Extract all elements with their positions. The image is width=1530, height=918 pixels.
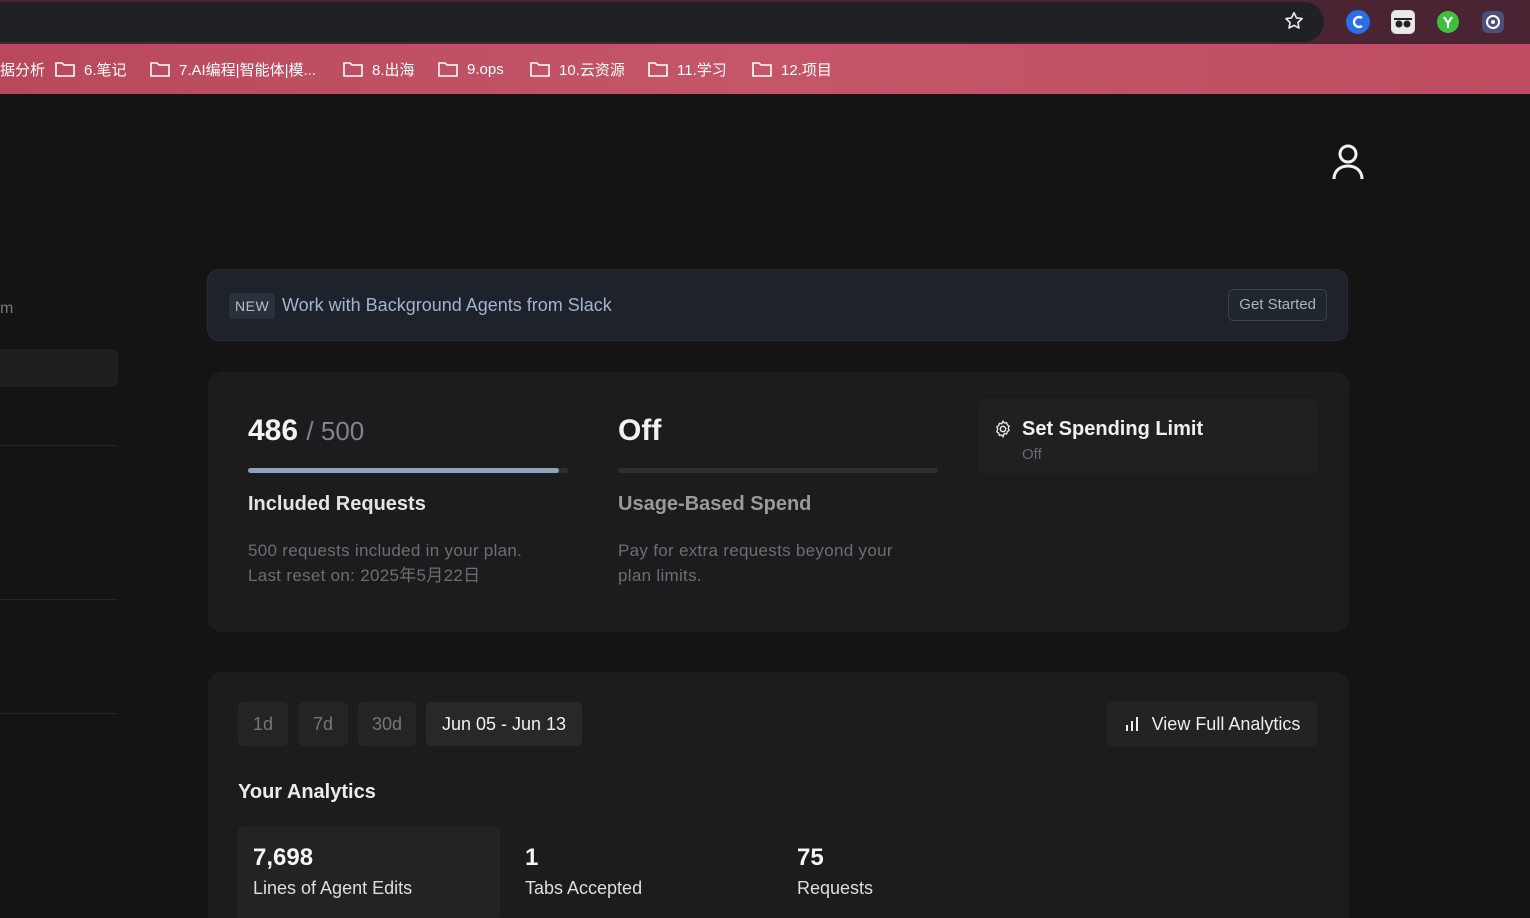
bookmark-folder[interactable]: 9.ops — [437, 59, 504, 79]
new-badge: NEW — [229, 293, 276, 319]
usage-based-title: Usage-Based Spend — [618, 493, 812, 515]
user-profile-icon[interactable] — [1330, 142, 1366, 182]
requests-progress-bar — [248, 468, 568, 473]
bookmark-star-icon[interactable] — [1283, 10, 1305, 32]
bookmarks-bar: 据分析 6.笔记 7.AI编程|智能体|模... 8.出海 9.ops 10.云… — [0, 44, 1530, 94]
sidebar-divider — [0, 713, 117, 714]
range-1d-button[interactable]: 1d — [238, 702, 288, 746]
bar-chart-icon — [1125, 717, 1138, 731]
desc-line: Last reset on: 2025年5月22日 — [248, 566, 481, 585]
spending-limit-status: Off — [1022, 446, 1042, 463]
included-requests-section: 486 / 500 Included Requests 500 requests… — [248, 414, 568, 588]
bookmark-folder[interactable]: 7.AI编程|智能体|模... — [149, 59, 316, 79]
stat-requests: 75 Requests — [782, 826, 873, 918]
stat-label: Tabs Accepted — [525, 878, 643, 898]
date-range-picker[interactable]: Jun 05 - Jun 13 — [426, 702, 582, 746]
stat-value: 7,698 — [253, 844, 314, 871]
folder-icon — [55, 62, 75, 77]
requests-progress-fill — [248, 468, 560, 473]
view-full-analytics-label: View Full Analytics — [1151, 713, 1301, 734]
desc-line: Pay for extra requests beyond your — [618, 541, 893, 560]
bookmark-label: 7.AI编程|智能体|模... — [179, 61, 316, 79]
range-30d-button[interactable]: 30d — [358, 702, 416, 746]
folder-icon — [530, 62, 550, 77]
bookmark-label: 8.出海 — [372, 61, 415, 79]
usage-based-desc: Pay for extra requests beyond your plan … — [618, 538, 938, 588]
bookmark-label: 12.项目 — [781, 61, 832, 79]
stat-value: 1 — [525, 844, 539, 871]
analytics-title: Your Analytics — [238, 781, 376, 803]
range-7d-button[interactable]: 7d — [298, 702, 348, 746]
usage-based-progress-bar — [618, 468, 938, 473]
get-started-button[interactable]: Get Started — [1228, 289, 1327, 321]
requests-total: / 500 — [306, 416, 365, 446]
stat-tabs-accepted: 1 Tabs Accepted — [510, 826, 642, 918]
banner-text[interactable]: Work with Background Agents from Slack — [282, 295, 612, 316]
analytics-card: 1d 7d 30d Jun 05 - Jun 13 View Full Anal… — [208, 672, 1349, 918]
bookmark-label: 9.ops — [467, 60, 504, 78]
included-requests-title: Included Requests — [248, 493, 426, 515]
view-full-analytics-button[interactable]: View Full Analytics — [1106, 702, 1318, 746]
extension-c-icon[interactable] — [1346, 10, 1370, 34]
extension-y-icon[interactable] — [1436, 10, 1460, 34]
sidebar-item-active[interactable] — [0, 349, 118, 387]
folder-icon — [150, 62, 170, 77]
sidebar-divider — [0, 445, 117, 446]
bookmark-label: 11.学习 — [677, 61, 727, 79]
folder-icon — [343, 62, 363, 77]
folder-icon — [648, 62, 668, 77]
stat-lines-agent-edits: 7,698 Lines of Agent Edits — [238, 826, 500, 918]
stat-value: 75 — [797, 844, 824, 871]
sidebar-divider — [0, 599, 117, 600]
desc-line: 500 requests included in your plan. — [248, 541, 523, 560]
bookmark-label: 6.笔记 — [84, 61, 127, 79]
bookmark-folder[interactable]: 据分析 — [0, 59, 45, 79]
requests-count: 486 / 500 — [248, 414, 568, 448]
folder-icon — [752, 62, 772, 77]
desc-line: plan limits. — [618, 566, 702, 585]
bookmark-label: 据分析 — [0, 61, 46, 79]
stat-label: Lines of Agent Edits — [253, 878, 413, 898]
bookmark-label: 10.云资源 — [559, 61, 625, 79]
usage-card: 486 / 500 Included Requests 500 requests… — [208, 372, 1349, 632]
bookmark-folder[interactable]: 12.项目 — [751, 59, 832, 79]
bookmark-folder[interactable]: 10.云资源 — [529, 59, 625, 79]
stat-label: Requests — [797, 878, 874, 898]
set-spending-limit-button[interactable]: Set Spending Limit Off — [978, 399, 1318, 475]
requests-used: 486 — [248, 414, 299, 447]
included-requests-desc: 500 requests included in your plan. Last… — [248, 538, 568, 588]
announcement-banner: NEW Work with Background Agents from Sla… — [207, 269, 1348, 341]
bookmark-folder[interactable]: 6.笔记 — [54, 59, 127, 79]
bookmark-folder[interactable]: 11.学习 — [647, 59, 727, 79]
address-bar[interactable] — [0, 2, 1324, 42]
spending-limit-title: Set Spending Limit — [1022, 418, 1204, 440]
bookmark-folder[interactable]: 8.出海 — [342, 59, 415, 79]
gear-icon — [996, 420, 1010, 438]
usage-based-section: Off Usage-Based Spend Pay for extra requ… — [618, 414, 938, 588]
folder-icon — [438, 62, 458, 77]
usage-based-status: Off — [618, 414, 662, 447]
extension-glasses-icon[interactable] — [1391, 10, 1415, 34]
extension-eye-icon[interactable] — [1481, 10, 1505, 34]
sidebar-partial-label: m — [0, 300, 14, 317]
